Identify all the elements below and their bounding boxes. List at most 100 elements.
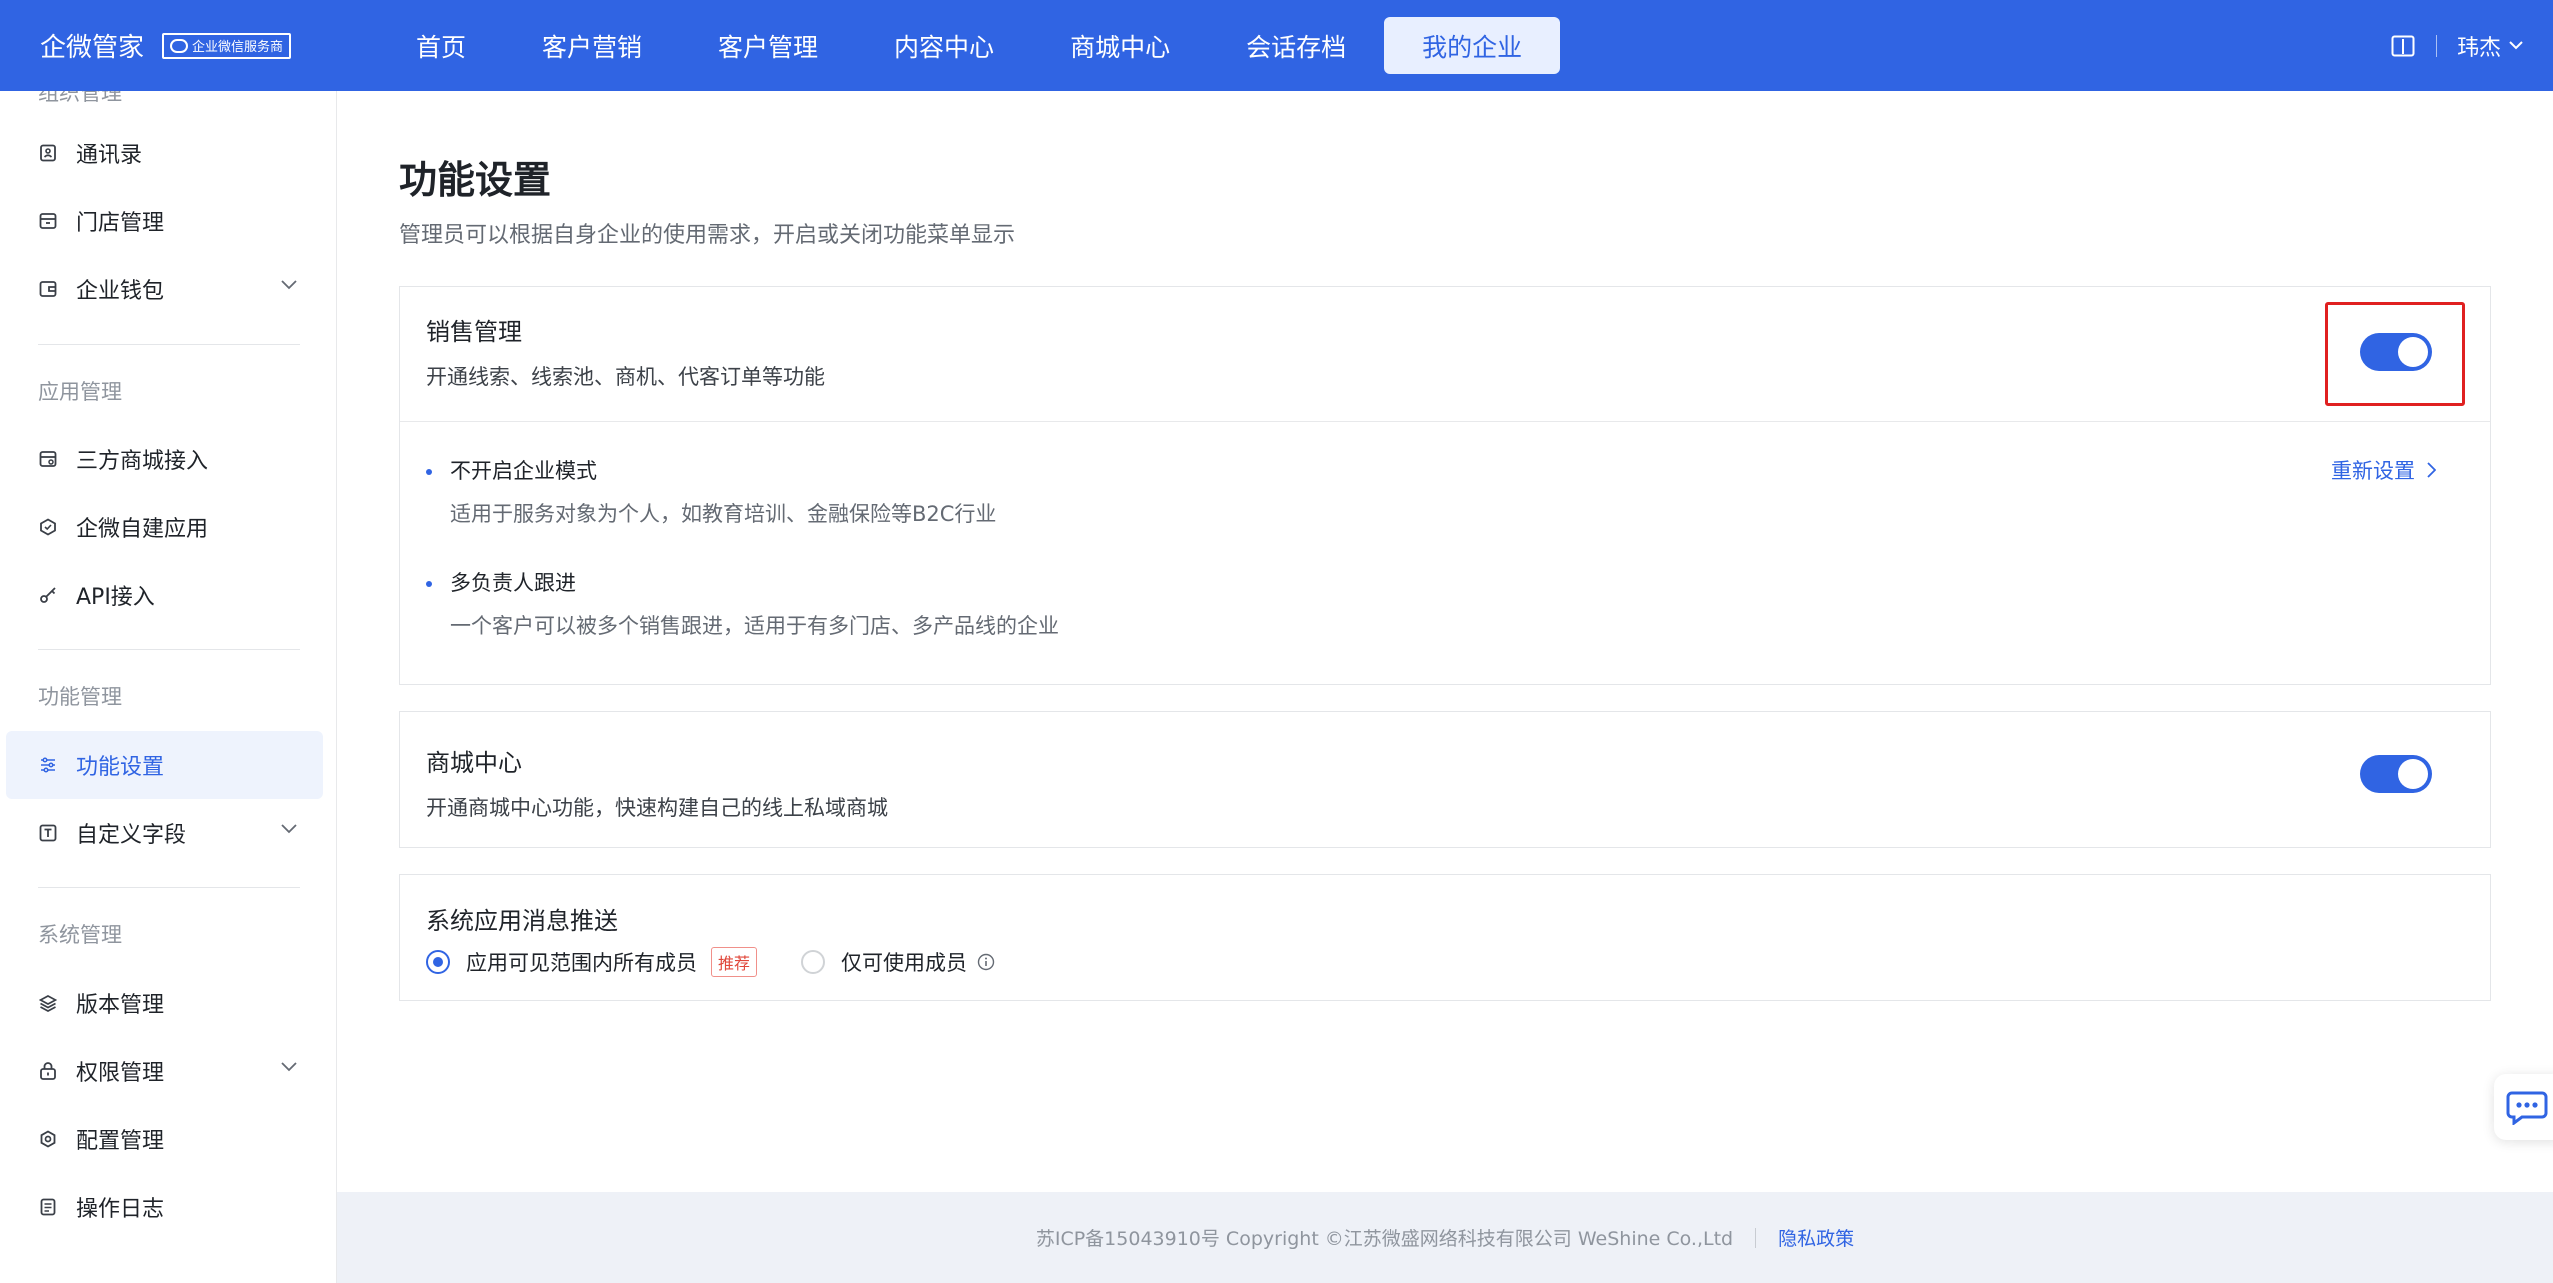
push-scope-options: 应用可见范围内所有成员 推荐 仅可使用成员 (426, 947, 995, 977)
sidebar-item-custom-app[interactable]: 企微自建应用 (6, 493, 323, 561)
lock-icon (38, 1061, 58, 1081)
chevron-down-icon (2509, 41, 2523, 50)
app-icon (38, 517, 58, 537)
radio-limited-members[interactable] (801, 950, 826, 974)
option-title: 多负责人跟进 (450, 571, 576, 595)
sidebar-divider (38, 344, 300, 345)
sidebar-item-contacts[interactable]: 通讯录 (6, 119, 323, 187)
radio-label[interactable]: 应用可见范围内所有成员 (466, 947, 697, 977)
user-name: 玮杰 (2456, 35, 2501, 61)
sidebar-item-config[interactable]: 配置管理 (6, 1105, 323, 1173)
option-description: 一个客户可以被多个销售跟进，适用于有多门店、多产品线的企业 (450, 614, 1059, 638)
sidebar-item-stores[interactable]: 门店管理 (6, 187, 323, 255)
sales-management-card: 销售管理 开通线索、线索池、商机、代客订单等功能 不开启企业模式 适用于服务对象… (399, 286, 2491, 685)
radio-all-members[interactable] (426, 950, 450, 974)
sidebar-item-label: 三方商城接入 (76, 449, 209, 474)
footer-divider (1755, 1227, 1757, 1248)
service-provider-badge: 企业微信服务商 (162, 32, 292, 59)
copyright-text: 苏ICP备15043910号 Copyright ©江苏微盛网络科技有限公司 W… (1035, 1228, 1734, 1250)
sidebar-item-label: 自定义字段 (76, 823, 187, 848)
nav-home[interactable]: 首页 (378, 17, 504, 74)
book-icon[interactable] (2390, 34, 2416, 58)
sidebar-item-operation-log[interactable]: 操作日志 (6, 1173, 323, 1241)
sidebar-item-label: 功能设置 (76, 755, 165, 780)
mall-center-toggle[interactable] (2360, 755, 2432, 793)
info-icon[interactable] (977, 953, 995, 971)
option-description: 适用于服务对象为个人，如教育培训、金融保险等B2C行业 (450, 502, 997, 526)
reset-settings-link[interactable]: 重新设置 (2331, 455, 2436, 485)
nav-content-center[interactable]: 内容中心 (856, 17, 1032, 74)
sidebar-item-label: 配置管理 (76, 1129, 165, 1154)
settings-icon (38, 1129, 58, 1149)
sidebar-item-version[interactable]: 版本管理 (6, 969, 323, 1037)
sidebar-item-wallet[interactable]: 企业钱包 (6, 255, 323, 323)
nav-mall-center[interactable]: 商城中心 (1032, 17, 1208, 74)
radio-label[interactable]: 仅可使用成员 (841, 947, 967, 977)
reset-settings-label: 重新设置 (2331, 459, 2415, 483)
chevron-down-icon (281, 1062, 297, 1072)
sidebar-item-api[interactable]: API接入 (6, 561, 323, 629)
recommend-badge: 推荐 (711, 947, 758, 977)
card-title: 销售管理 (426, 318, 522, 346)
sidebar-item-custom-fields[interactable]: 自定义字段 (6, 799, 323, 867)
option-title: 不开启企业模式 (450, 459, 597, 483)
sidebar-item-label: 操作日志 (76, 1197, 165, 1222)
sidebar-group-system: 系统管理 (38, 923, 122, 947)
main-nav: 首页 客户营销 客户管理 内容中心 商城中心 会话存档 我的企业 (378, 0, 1561, 91)
chevron-down-icon (281, 824, 297, 834)
chevron-down-icon (281, 280, 297, 290)
sidebar-item-label: 企微自建应用 (76, 517, 209, 542)
card-subtitle: 开通商城中心功能，快速构建自己的线上私域商城 (426, 796, 888, 820)
sales-management-toggle[interactable] (2360, 333, 2432, 371)
card-title: 商城中心 (426, 749, 522, 777)
sidebar-item-function-settings[interactable]: 功能设置 (6, 731, 323, 799)
toggle-knob (2398, 759, 2428, 789)
brand-name: 企微管家 (40, 33, 145, 63)
sliders-icon (38, 755, 58, 775)
top-right-area: 玮杰 (2390, 0, 2523, 91)
contacts-icon (38, 143, 58, 163)
footer: 苏ICP备15043910号 Copyright ©江苏微盛网络科技有限公司 W… (337, 1192, 2553, 1283)
top-navigation-bar: 企微管家 企业微信服务商 首页 客户营销 客户管理 内容中心 商城中心 会话存档… (0, 0, 2553, 91)
badge-label: 企业微信服务商 (192, 40, 284, 55)
toggle-knob (2398, 337, 2428, 367)
sidebar-item-label: 权限管理 (76, 1061, 165, 1086)
brand[interactable]: 企微管家 企业微信服务商 (40, 27, 360, 64)
page-description: 管理员可以根据自身企业的使用需求，开启或关闭功能菜单显示 (399, 223, 1016, 248)
mall-icon (38, 449, 58, 469)
main-content: 功能设置 管理员可以根据自身企业的使用需求，开启或关闭功能菜单显示 销售管理 开… (337, 91, 2553, 1191)
chat-bubble-icon (170, 38, 189, 53)
card-subtitle: 开通线索、线索池、商机、代客订单等功能 (426, 365, 825, 389)
sidebar-item-label: 版本管理 (76, 993, 165, 1018)
sidebar-item-label: API接入 (76, 585, 155, 610)
nav-my-enterprise[interactable]: 我的企业 (1384, 17, 1561, 74)
key-icon (38, 585, 58, 605)
card-title: 系统应用消息推送 (426, 907, 618, 935)
message-push-card: 系统应用消息推送 应用可见范围内所有成员 推荐 仅可使用成员 (399, 874, 2491, 1001)
chevron-right-icon (2427, 462, 2436, 478)
nav-chat-archive[interactable]: 会话存档 (1208, 17, 1384, 74)
store-icon (38, 211, 58, 231)
user-menu[interactable]: 玮杰 (2457, 30, 2523, 62)
chat-bot-icon (2506, 1091, 2548, 1125)
sidebar-item-permissions[interactable]: 权限管理 (6, 1037, 323, 1105)
nav-customer-management[interactable]: 客户管理 (680, 17, 856, 74)
card-divider (400, 421, 2490, 422)
wallet-icon (38, 279, 58, 299)
sidebar-item-label: 通讯录 (76, 143, 143, 168)
customer-service-button[interactable] (2494, 1074, 2553, 1140)
sidebar-group-apps: 应用管理 (38, 380, 122, 404)
sidebar-item-label: 门店管理 (76, 211, 165, 236)
privacy-policy-link[interactable]: 隐私政策 (1778, 1224, 1854, 1251)
nav-customer-marketing[interactable]: 客户营销 (504, 17, 680, 74)
bullet-icon (426, 469, 432, 475)
bullet-icon (426, 581, 432, 587)
sidebar: 组织管理 通讯录 门店管理 企业钱包 应用管理 三方商城接入 企微自建应用 AP… (0, 91, 337, 1283)
mall-center-card: 商城中心 开通商城中心功能，快速构建自己的线上私域商城 (399, 711, 2491, 848)
divider (2435, 34, 2437, 57)
log-icon (38, 1197, 58, 1217)
sidebar-divider (38, 887, 300, 888)
sidebar-item-third-party-mall[interactable]: 三方商城接入 (6, 425, 323, 493)
layers-icon (38, 993, 58, 1013)
sidebar-divider (38, 649, 300, 650)
